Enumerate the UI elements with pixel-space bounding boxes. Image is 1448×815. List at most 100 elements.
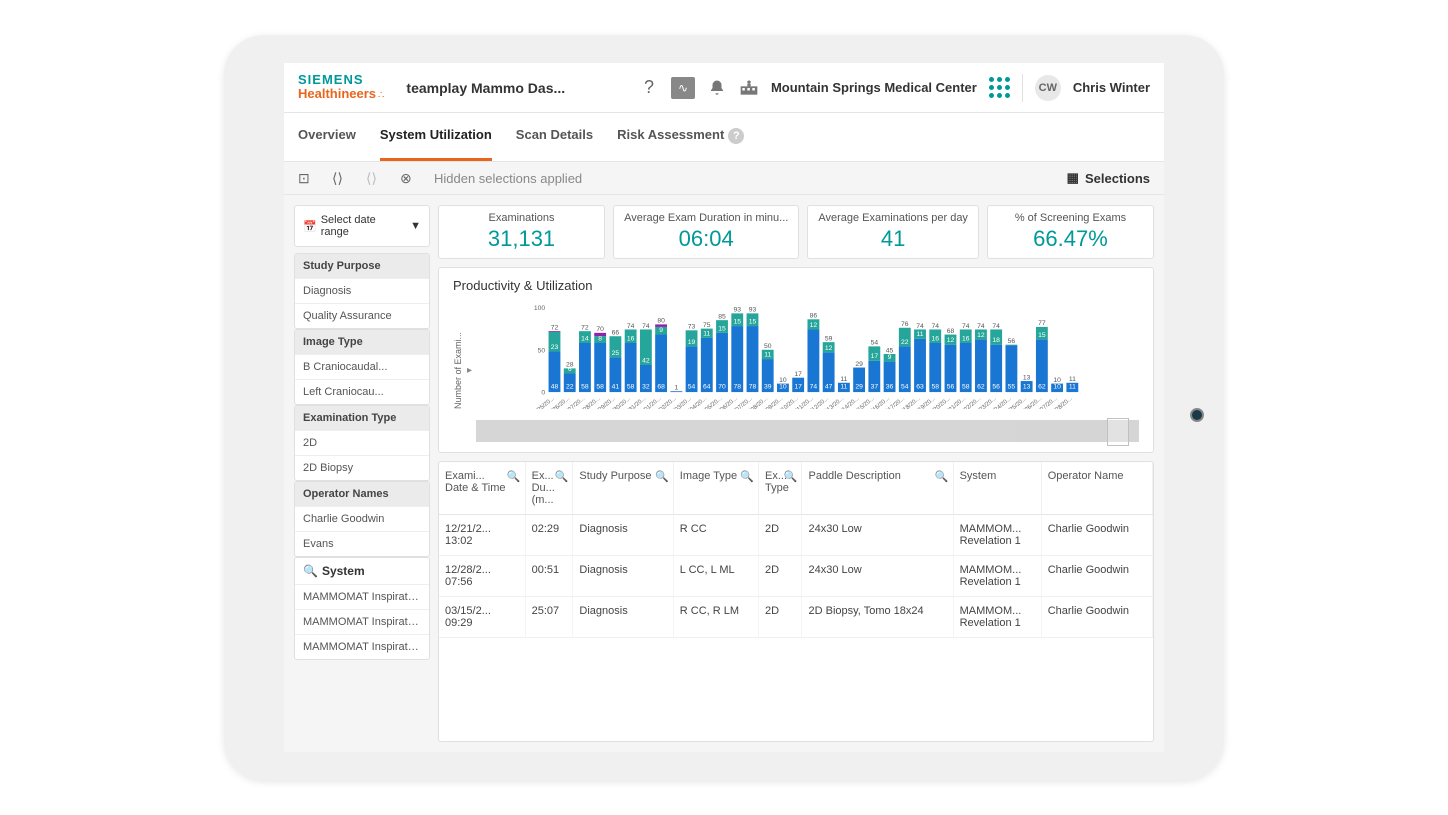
kpi-card[interactable]: Average Exam Duration in minu...06:04: [613, 205, 799, 259]
kpi-card[interactable]: % of Screening Exams66.47%: [987, 205, 1154, 259]
svg-text:66: 66: [612, 330, 620, 337]
svg-text:10: 10: [779, 377, 787, 384]
table-header[interactable]: Study Purpose🔍: [573, 462, 673, 515]
svg-text:19: 19: [688, 339, 696, 346]
table-row[interactable]: 12/21/2...13:0202:29DiagnosisR CC2D24x30…: [439, 515, 1153, 556]
table-row[interactable]: 12/28/2...07:5600:51DiagnosisL CC, L ML2…: [439, 556, 1153, 597]
app-header: SIEMENS Healthineers∴ teamplay Mammo Das…: [284, 63, 1164, 113]
svg-text:10: 10: [1053, 384, 1061, 391]
kpi-value: 66.47%: [998, 226, 1143, 252]
table-header[interactable]: Operator Name: [1041, 462, 1152, 515]
svg-text:36: 36: [886, 384, 894, 391]
bell-icon[interactable]: [707, 78, 727, 98]
table-cell: 2D: [759, 556, 802, 597]
search-icon[interactable]: 🔍: [655, 470, 669, 483]
table-header[interactable]: Image Type🔍: [673, 462, 758, 515]
tab-system-utilization[interactable]: System Utilization: [380, 113, 492, 161]
clear-selection-icon[interactable]: ⊗: [400, 170, 420, 186]
svg-text:62: 62: [1038, 384, 1046, 391]
filter-header: Image Type: [295, 330, 429, 354]
search-icon[interactable]: 🔍: [555, 470, 569, 483]
expand-chart-icon[interactable]: ▸: [467, 365, 472, 376]
table-cell: 2D: [759, 515, 802, 556]
filter-item[interactable]: Quality Assurance: [295, 303, 429, 328]
table-header[interactable]: Exami...Date & Time🔍: [439, 462, 525, 515]
table-cell: Charlie Goodwin: [1041, 597, 1152, 638]
table-cell: 02:29: [525, 515, 573, 556]
user-name[interactable]: Chris Winter: [1073, 80, 1150, 95]
table-cell: Charlie Goodwin: [1041, 556, 1152, 597]
filter-header: Operator Names: [295, 482, 429, 506]
svg-text:58: 58: [581, 384, 589, 391]
svg-text:29: 29: [855, 384, 863, 391]
table-cell: 12/21/2...13:02: [439, 515, 525, 556]
date-range-picker[interactable]: 📅 Select date range ▼: [294, 205, 430, 247]
search-icon[interactable]: 🔍: [935, 470, 949, 483]
search-icon[interactable]: 🔍: [740, 470, 754, 483]
apps-grid-icon[interactable]: [989, 77, 1010, 98]
svg-text:23: 23: [551, 344, 559, 351]
svg-text:56: 56: [1008, 338, 1016, 345]
svg-text:100: 100: [534, 305, 546, 312]
step-forward-icon[interactable]: ⟨⟩: [366, 170, 386, 186]
kpi-card[interactable]: Average Examinations per day41: [807, 205, 979, 259]
svg-text:93: 93: [734, 307, 742, 314]
table-header[interactable]: System: [953, 462, 1041, 515]
filter-item[interactable]: 2D: [295, 430, 429, 455]
svg-text:15: 15: [749, 319, 757, 326]
table-cell: Diagnosis: [573, 515, 673, 556]
svg-text:12: 12: [810, 322, 818, 329]
calendar-icon: 📅: [303, 220, 317, 233]
table-cell: MAMMOM...Revelation 1: [953, 556, 1041, 597]
table-cell: Charlie Goodwin: [1041, 515, 1152, 556]
filter-group: Operator NamesCharlie GoodwinEvans: [294, 481, 430, 557]
filter-item[interactable]: MAMMOMAT Inspiratio...: [295, 634, 429, 659]
filter-item[interactable]: Evans: [295, 531, 429, 556]
filter-item[interactable]: Charlie Goodwin: [295, 506, 429, 531]
svg-text:11: 11: [840, 376, 847, 383]
help-badge-icon[interactable]: ?: [728, 128, 744, 144]
selections-button[interactable]: ▦ Selections: [1067, 170, 1150, 186]
filter-item[interactable]: MAMMOMAT Inspiratio...: [295, 609, 429, 634]
help-icon[interactable]: ?: [639, 78, 659, 98]
svg-text:28: 28: [566, 362, 574, 369]
facility-icon[interactable]: [739, 78, 759, 98]
filter-item[interactable]: B Craniocaudal...: [295, 354, 429, 379]
kpi-card[interactable]: Examinations31,131: [438, 205, 605, 259]
filter-header: Study Purpose: [295, 254, 429, 278]
svg-text:50: 50: [764, 343, 772, 350]
svg-text:03/25/20...: 03/25/20...: [531, 396, 557, 409]
search-icon[interactable]: 🔍: [784, 470, 798, 483]
productivity-chart[interactable]: 05010048237203/25/20...2262803/26/20...5…: [476, 299, 1139, 409]
activity-icon[interactable]: ∿: [671, 77, 695, 99]
location-name[interactable]: Mountain Springs Medical Center: [771, 80, 977, 95]
svg-text:78: 78: [749, 384, 757, 391]
filter-item[interactable]: 2D Biopsy: [295, 455, 429, 480]
table-cell: 00:51: [525, 556, 573, 597]
search-icon[interactable]: 🔍: [507, 470, 521, 483]
tab-scan-details[interactable]: Scan Details: [516, 113, 593, 161]
tab-overview[interactable]: Overview: [298, 113, 356, 161]
step-back-icon[interactable]: ⟨⟩: [332, 170, 352, 186]
filter-item[interactable]: Diagnosis: [295, 278, 429, 303]
filter-search[interactable]: 🔍System: [295, 558, 429, 584]
table-header[interactable]: Paddle Description🔍: [802, 462, 953, 515]
table-row[interactable]: 03/15/2...09:2925:07DiagnosisR CC, R LM2…: [439, 597, 1153, 638]
tab-risk-assessment[interactable]: Risk Assessment?: [617, 113, 744, 161]
svg-text:62: 62: [977, 384, 985, 391]
svg-text:17: 17: [794, 384, 802, 391]
svg-text:93: 93: [749, 307, 757, 314]
svg-text:54: 54: [871, 340, 879, 347]
chart-title: Productivity & Utilization: [453, 278, 1139, 293]
table-cell: 03/15/2...09:29: [439, 597, 525, 638]
selection-tool-icon[interactable]: ⊡: [298, 170, 318, 186]
svg-text:11: 11: [1069, 384, 1076, 391]
chart-panel: Productivity & Utilization Number of Exa…: [438, 267, 1154, 453]
table-header[interactable]: Ex...Du...(m...🔍: [525, 462, 573, 515]
filter-item[interactable]: Left Craniocau...: [295, 379, 429, 404]
avatar[interactable]: CW: [1035, 75, 1061, 101]
chart-minimap[interactable]: [476, 420, 1139, 442]
filter-item[interactable]: MAMMOMAT Inspiratio...: [295, 584, 429, 609]
svg-text:11: 11: [764, 352, 771, 359]
table-header[interactable]: Ex...Type🔍: [759, 462, 802, 515]
